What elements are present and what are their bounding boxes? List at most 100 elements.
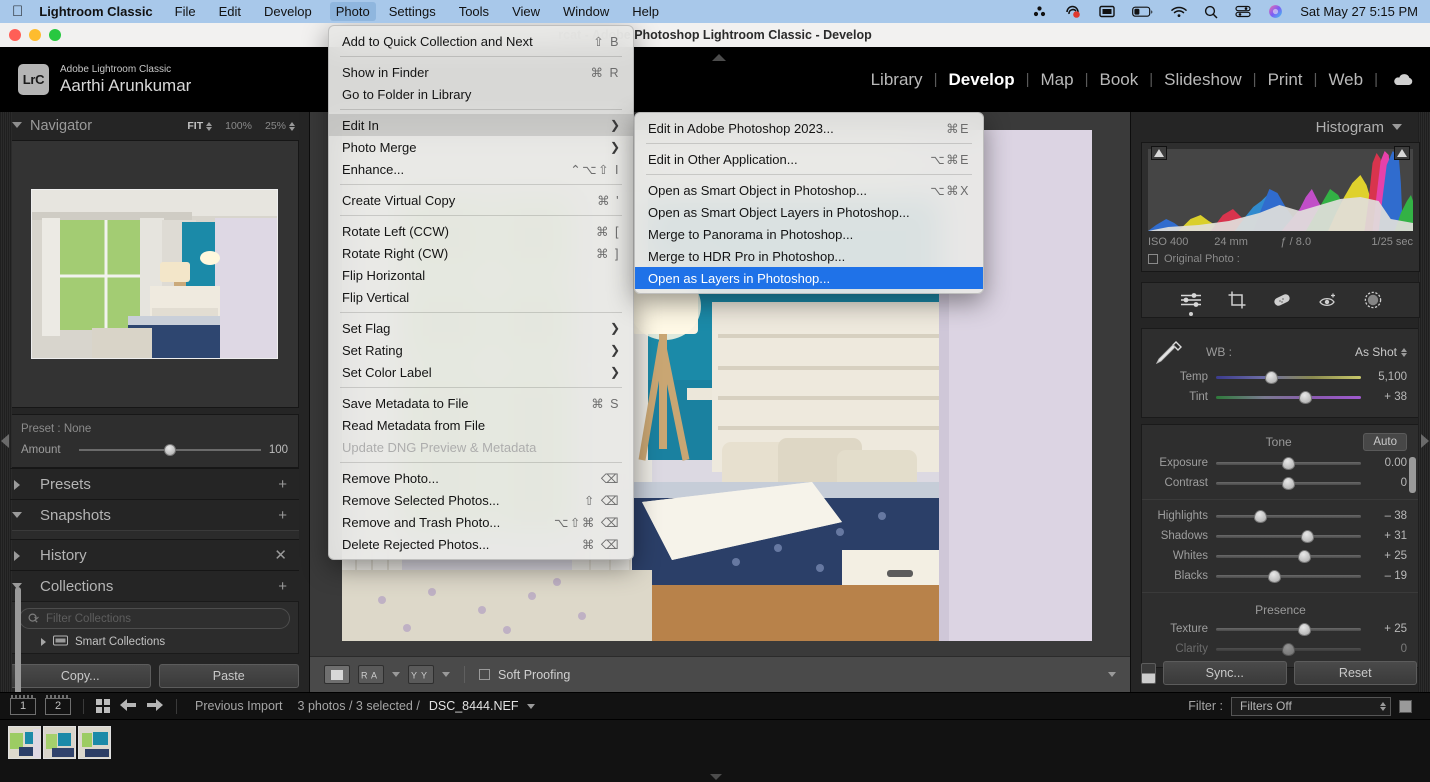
- chevron-down-icon[interactable]: [12, 122, 22, 128]
- siri-icon[interactable]: [1268, 4, 1283, 19]
- left-panel-grip[interactable]: [0, 112, 12, 692]
- identity-plate[interactable]: LrC Adobe Lightroom Classic Aarthi Arunk…: [0, 64, 191, 95]
- top-panel-toggle[interactable]: [712, 54, 726, 61]
- history-clear-icon[interactable]: ✕: [274, 548, 287, 563]
- photo-menu-item[interactable]: Delete Rejected Photos...⌘ ⌫: [329, 533, 633, 555]
- screen-one-button[interactable]: 1: [10, 698, 36, 715]
- presets-add-icon[interactable]: +: [278, 477, 287, 492]
- histogram-header[interactable]: Histogram: [1131, 112, 1430, 142]
- menu-help[interactable]: Help: [632, 4, 659, 19]
- photo-menu-item[interactable]: Enhance...⌃⌥⇧ I: [329, 158, 633, 180]
- slider-contrast[interactable]: Contrast 0: [1154, 473, 1407, 493]
- chevron-right-icon[interactable]: [14, 480, 20, 490]
- filmstrip-thumb-3[interactable]: [78, 726, 111, 759]
- reset-button[interactable]: Reset: [1294, 661, 1418, 685]
- wb-value[interactable]: As Shot: [1355, 345, 1407, 359]
- chevron-right-icon[interactable]: [14, 551, 20, 561]
- macos-clock[interactable]: Sat May 27 5:15 PM: [1300, 4, 1418, 19]
- masking-icon[interactable]: [1364, 291, 1382, 309]
- before-after-caret-icon[interactable]: [392, 672, 400, 677]
- edit-in-menu-item[interactable]: Merge to HDR Pro in Photoshop...: [635, 245, 983, 267]
- copy-switch-icon[interactable]: [1141, 663, 1156, 684]
- white-balance-eyedropper-icon[interactable]: [1154, 339, 1190, 365]
- sync-button[interactable]: Sync...: [1163, 661, 1287, 685]
- soft-proofing-checkbox[interactable]: [479, 669, 490, 680]
- wb-stepper-icon[interactable]: [1401, 348, 1407, 357]
- menu-view[interactable]: View: [512, 4, 540, 19]
- photo-menu-item[interactable]: Rotate Right (CW)⌘ ]: [329, 242, 633, 264]
- chevron-right-icon[interactable]: [41, 638, 46, 646]
- airdrop-icon[interactable]: [1032, 5, 1048, 18]
- edit-in-menu-item[interactable]: Open as Layers in Photoshop...: [635, 267, 983, 289]
- photo-menu-item[interactable]: Remove Photo...⌫: [329, 467, 633, 489]
- menu-photo[interactable]: Photo: [330, 2, 376, 21]
- slider-tint[interactable]: Tint + 38: [1154, 387, 1407, 407]
- photo-menu-item[interactable]: Create Virtual Copy⌘ ': [329, 189, 633, 211]
- back-arrow-icon[interactable]: [119, 698, 137, 715]
- edit-in-menu-item[interactable]: Open as Smart Object in Photoshop...⌥⌘X: [635, 179, 983, 201]
- snapshots-add-icon[interactable]: +: [278, 508, 287, 523]
- histogram-graph[interactable]: [1148, 149, 1413, 231]
- filter-select[interactable]: Filters Off: [1231, 697, 1391, 716]
- chevron-down-icon[interactable]: [12, 583, 22, 589]
- grid-view-icon[interactable]: [96, 699, 110, 713]
- edit-in-menu-item[interactable]: Open as Smart Object Layers in Photoshop…: [635, 201, 983, 223]
- screen-recording-icon[interactable]: [1065, 5, 1082, 19]
- module-web[interactable]: Web: [1317, 70, 1374, 90]
- filmstrip-thumb-2[interactable]: [43, 726, 76, 759]
- smart-collections-row[interactable]: Smart Collections: [19, 629, 290, 653]
- module-library[interactable]: Library: [860, 70, 934, 90]
- apple-logo-icon[interactable]: : [12, 4, 23, 19]
- slider-blacks[interactable]: Blacks – 19: [1154, 566, 1407, 586]
- slider-whites[interactable]: Whites + 25: [1154, 546, 1407, 566]
- menu-tools[interactable]: Tools: [459, 4, 489, 19]
- slider-exposure[interactable]: Exposure 0.00: [1154, 453, 1407, 473]
- slider-texture[interactable]: Texture + 25: [1154, 619, 1407, 639]
- navigator-preview[interactable]: [10, 140, 299, 408]
- sidebar-section-presets[interactable]: Presets +: [10, 468, 299, 499]
- paste-button[interactable]: Paste: [159, 664, 300, 688]
- slider-shadows[interactable]: Shadows + 31: [1154, 526, 1407, 546]
- menu-window[interactable]: Window: [563, 4, 609, 19]
- search-icon[interactable]: [1204, 5, 1218, 19]
- control-center-icon[interactable]: [1235, 5, 1251, 18]
- basic-sliders-icon[interactable]: [1180, 292, 1202, 308]
- slider-temp[interactable]: Temp 5,100: [1154, 367, 1407, 387]
- ya-caret-icon[interactable]: [442, 672, 450, 677]
- chevron-down-icon[interactable]: [1392, 124, 1402, 130]
- sidebar-section-history[interactable]: History ✕: [10, 539, 299, 570]
- photo-menu-item[interactable]: Flip Horizontal: [329, 264, 633, 286]
- forward-arrow-icon[interactable]: [146, 698, 164, 715]
- menu-file[interactable]: File: [175, 4, 196, 19]
- filmstrip-source[interactable]: Previous Import: [195, 699, 283, 713]
- amount-slider-row[interactable]: Amount 100: [21, 443, 288, 457]
- copy-button[interactable]: Copy...: [10, 664, 151, 688]
- photo-menu-item[interactable]: Photo Merge❯: [329, 136, 633, 158]
- filter-collections-input[interactable]: Filter Collections: [19, 608, 290, 629]
- edit-in-menu-item[interactable]: Edit in Adobe Photoshop 2023...⌘E: [635, 117, 983, 139]
- navigator-fit[interactable]: FIT: [187, 120, 212, 132]
- menu-develop[interactable]: Develop: [264, 4, 312, 19]
- before-after-icon[interactable]: RA: [358, 665, 384, 684]
- navigator-100[interactable]: 100%: [225, 120, 252, 132]
- zoom-stepper-icon[interactable]: [289, 122, 295, 131]
- module-slideshow[interactable]: Slideshow: [1153, 70, 1253, 90]
- shadow-clipping-indicator[interactable]: [1151, 146, 1167, 160]
- module-map[interactable]: Map: [1030, 70, 1085, 90]
- filmstrip-collapse-toggle[interactable]: [710, 774, 722, 780]
- photo-menu-item[interactable]: Remove Selected Photos...⇧ ⌫: [329, 489, 633, 511]
- filmstrip-filename[interactable]: DSC_8444.NEF: [429, 699, 519, 713]
- filename-chevron-down-icon[interactable]: [527, 704, 535, 709]
- module-develop[interactable]: Develop: [937, 70, 1025, 90]
- photo-menu-item[interactable]: Set Color Label❯: [329, 361, 633, 383]
- photo-menu-item[interactable]: Add to Quick Collection and Next⇧ B: [329, 30, 633, 52]
- amount-slider[interactable]: [79, 443, 261, 457]
- cloud-icon[interactable]: [1392, 73, 1414, 87]
- filmstrip-thumb-1[interactable]: [8, 726, 41, 759]
- chevron-down-icon[interactable]: [12, 512, 22, 518]
- spot-removal-icon[interactable]: [1272, 293, 1292, 307]
- navigator-header[interactable]: Navigator FIT 100% 25%: [0, 112, 309, 140]
- sidebar-section-collections[interactable]: Collections +: [10, 570, 299, 601]
- menu-edit[interactable]: Edit: [219, 4, 241, 19]
- original-photo-row[interactable]: Original Photo :: [1148, 253, 1413, 265]
